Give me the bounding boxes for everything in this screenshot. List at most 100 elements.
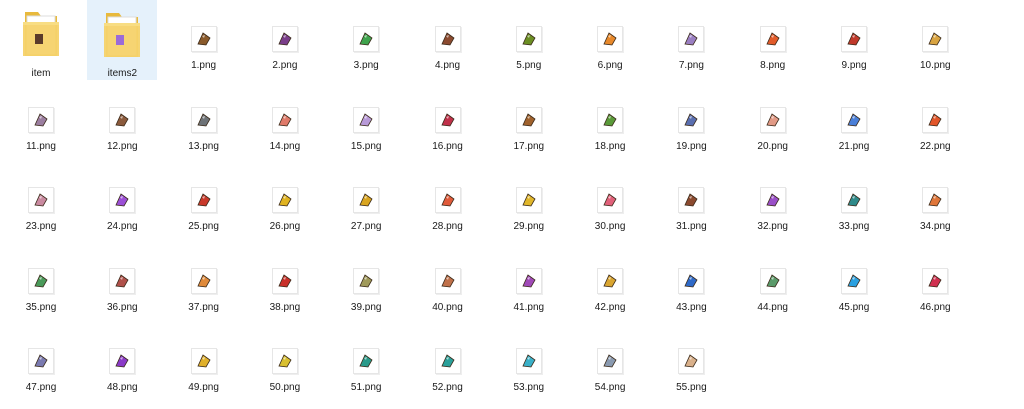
file-item[interactable]: 13.png — [169, 81, 239, 161]
file-label: 18.png — [594, 140, 626, 152]
file-label: 48.png — [107, 382, 138, 393]
file-item[interactable]: 26.png — [250, 161, 320, 241]
file-item[interactable]: 38.png — [250, 242, 320, 322]
grey-stone-icon — [597, 348, 624, 374]
red-pouch-icon — [109, 267, 136, 294]
file-item[interactable]: 22.png — [900, 81, 970, 161]
file-label: 24.png — [107, 221, 138, 232]
meat-icon — [271, 106, 298, 133]
file-item[interactable]: 6.png — [575, 0, 645, 80]
file-item[interactable]: 39.png — [331, 242, 401, 322]
file-item[interactable]: 51.png — [331, 322, 401, 402]
orange-pyramid-icon — [190, 267, 217, 294]
file-item[interactable]: 46.png — [900, 242, 970, 322]
file-item[interactable]: 29.png — [494, 161, 564, 241]
file-item[interactable]: 2.png — [250, 0, 320, 80]
file-label: 16.png — [432, 140, 463, 152]
file-label: 40.png — [432, 301, 463, 313]
folder-label: item — [31, 68, 51, 79]
file-label: 34.png — [920, 221, 951, 232]
file-item[interactable]: 48.png — [87, 322, 157, 402]
file-item[interactable]: 10.png — [900, 0, 970, 80]
folder-icon — [21, 6, 61, 66]
file-item[interactable]: 42.png — [575, 242, 645, 322]
file-item[interactable]: 47.png — [6, 322, 76, 402]
file-item[interactable]: 28.png — [413, 161, 483, 241]
aqua-crystal-icon — [515, 348, 542, 374]
file-item[interactable]: 54.png — [575, 322, 645, 402]
file-label: 17.png — [513, 140, 545, 152]
file-label: 44.png — [757, 301, 788, 313]
red-pearl-icon — [434, 187, 461, 213]
file-label: 15.png — [350, 140, 382, 152]
file-item[interactable]: 33.png — [819, 161, 889, 241]
file-item[interactable]: 43.png — [656, 242, 726, 322]
wood-pieces-icon — [678, 187, 705, 213]
file-label: 29.png — [513, 221, 545, 232]
file-item[interactable]: 45.png — [819, 242, 889, 322]
folder-item[interactable]: item — [6, 0, 76, 80]
pink-flower-icon — [597, 187, 624, 213]
file-label: 28.png — [432, 221, 463, 232]
file-label: 55.png — [676, 382, 707, 393]
potion-bottle-icon — [271, 26, 298, 52]
file-item[interactable]: 17.png — [494, 81, 564, 161]
file-item[interactable]: 27.png — [331, 161, 401, 241]
file-item[interactable]: 3.png — [331, 0, 401, 80]
green-jewel-icon — [28, 267, 54, 294]
red-berry-icon — [271, 267, 298, 294]
file-item[interactable]: 9.png — [819, 0, 889, 80]
file-item[interactable]: 12.png — [87, 81, 157, 161]
file-item[interactable]: 52.png — [413, 322, 483, 402]
file-label: 27.png — [350, 221, 382, 232]
file-item[interactable]: 7.png — [656, 0, 726, 80]
file-item[interactable]: 15.png — [331, 81, 401, 161]
acorn-icon — [515, 106, 542, 133]
file-item[interactable]: 49.png — [169, 322, 239, 402]
file-item[interactable]: 5.png — [494, 0, 564, 80]
file-item[interactable]: 8.png — [738, 0, 808, 80]
file-item[interactable]: 55.png — [656, 322, 726, 402]
file-item[interactable]: 44.png — [738, 242, 808, 322]
file-item[interactable]: 18.png — [575, 81, 645, 161]
file-item[interactable]: 24.png — [87, 161, 157, 241]
folder-label: items2 — [107, 68, 138, 79]
peach-icon — [759, 106, 786, 133]
file-label: 13.png — [188, 140, 219, 152]
folder-items2[interactable]: items2 — [87, 0, 158, 80]
file-label: 30.png — [594, 221, 626, 232]
file-item[interactable]: 16.png — [413, 81, 483, 161]
blue-shard-icon — [678, 267, 705, 294]
file-item[interactable]: 36.png — [87, 242, 157, 322]
file-item[interactable]: 11.png — [6, 81, 76, 161]
file-label: 43.png — [676, 301, 707, 313]
teal-axe-icon — [434, 348, 461, 374]
file-item[interactable]: 1.png — [169, 0, 239, 80]
file-item[interactable]: 19.png — [656, 81, 726, 161]
file-item[interactable]: 34.png — [900, 161, 970, 241]
file-item[interactable]: 40.png — [413, 242, 483, 322]
cactus-icon — [597, 106, 624, 133]
file-item[interactable]: 30.png — [575, 161, 645, 241]
file-item[interactable]: 20.png — [738, 81, 808, 161]
file-label: 7.png — [678, 60, 704, 71]
file-item[interactable]: 14.png — [250, 81, 320, 161]
silver-pentagon-icon — [28, 348, 54, 374]
file-item[interactable]: 41.png — [494, 242, 564, 322]
crystal-gem-icon — [678, 26, 705, 52]
file-item[interactable]: 25.png — [169, 161, 239, 241]
file-item[interactable]: 50.png — [250, 322, 320, 402]
file-label: 52.png — [432, 382, 463, 393]
teal-leaf-icon — [841, 187, 867, 213]
file-item[interactable]: 37.png — [169, 242, 239, 322]
file-item[interactable]: 23.png — [6, 161, 76, 241]
file-item[interactable]: 31.png — [656, 161, 726, 241]
file-item[interactable]: 32.png — [738, 161, 808, 241]
file-item[interactable]: 21.png — [819, 81, 889, 161]
file-item[interactable]: 4.png — [413, 0, 483, 80]
file-label: 54.png — [594, 382, 626, 393]
purple-pentagon-icon — [109, 348, 136, 374]
file-item[interactable]: 35.png — [6, 242, 76, 322]
file-item[interactable]: 53.png — [494, 322, 564, 402]
bone-icon — [678, 348, 705, 374]
